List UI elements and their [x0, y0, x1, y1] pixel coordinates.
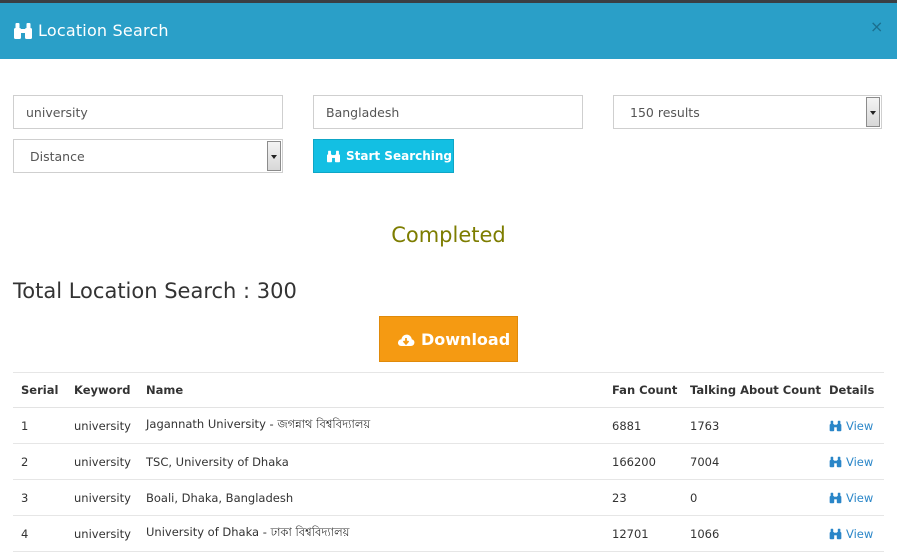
- binoculars-icon: [327, 150, 340, 163]
- cell-fan-count: 166200: [604, 443, 682, 480]
- download-label: Download: [421, 330, 511, 349]
- cell-talking-about: 7004: [682, 443, 821, 480]
- results-table: Serial Keyword Name Fan Count Talking Ab…: [13, 372, 884, 552]
- table-row: 1 university Jagannath University - জগন্…: [13, 407, 884, 444]
- cell-details: View: [821, 515, 884, 552]
- cell-fan-count: 23: [604, 479, 682, 516]
- cell-keyword: university: [66, 479, 138, 516]
- cell-name: TSC, University of Dhaka: [138, 443, 604, 480]
- modal-title: Location Search: [38, 21, 169, 40]
- close-icon[interactable]: ×: [870, 17, 883, 36]
- cell-fan-count: 12701: [604, 515, 682, 552]
- table-row: 2 university TSC, University of Dhaka 16…: [13, 443, 884, 480]
- view-link[interactable]: View: [829, 527, 873, 541]
- table-row: 4 university University of Dhaka - ঢাকা …: [13, 515, 884, 552]
- view-link[interactable]: View: [829, 455, 873, 469]
- country-input[interactable]: [313, 95, 583, 129]
- modal-header: Location Search ×: [0, 3, 897, 59]
- keyword-input[interactable]: [13, 95, 283, 129]
- results-count-value: 150 results: [630, 105, 700, 120]
- results-count-select[interactable]: 150 results: [613, 95, 882, 129]
- sort-select[interactable]: Distance: [13, 139, 283, 173]
- binoculars-icon: [829, 420, 842, 431]
- cell-serial: 2: [13, 443, 66, 480]
- cell-name: Boali, Dhaka, Bangladesh: [138, 479, 604, 516]
- col-talking-about-header: Talking About Count: [682, 372, 821, 408]
- start-searching-button[interactable]: Start Searching: [313, 139, 454, 173]
- binoculars-icon: [829, 492, 842, 503]
- view-label: View: [846, 526, 874, 541]
- view-label: View: [846, 490, 874, 505]
- cell-serial: 3: [13, 479, 66, 516]
- cell-keyword: university: [66, 515, 138, 552]
- cell-details: View: [821, 443, 884, 480]
- cell-talking-about: 1066: [682, 515, 821, 552]
- cell-fan-count: 6881: [604, 407, 682, 444]
- total-count-heading: Total Location Search : 300: [13, 279, 297, 303]
- cell-keyword: university: [66, 407, 138, 444]
- cell-name: University of Dhaka - ঢাকা বিশ্ববিদ্যালয…: [138, 515, 604, 552]
- download-button[interactable]: Download: [379, 316, 518, 362]
- view-label: View: [846, 454, 874, 469]
- cloud-download-icon: [397, 334, 415, 346]
- sort-value: Distance: [30, 149, 85, 164]
- cell-serial: 1: [13, 407, 66, 444]
- binoculars-icon: [829, 456, 842, 467]
- search-status: Completed: [391, 223, 506, 247]
- cell-serial: 4: [13, 515, 66, 552]
- chevron-down-icon[interactable]: [866, 97, 880, 127]
- chevron-down-icon[interactable]: [267, 141, 281, 171]
- binoculars-icon: [829, 528, 842, 539]
- col-name-header: Name: [138, 372, 604, 408]
- cell-details: View: [821, 479, 884, 516]
- cell-talking-about: 1763: [682, 407, 821, 444]
- start-searching-label: Start Searching: [346, 149, 453, 163]
- binoculars-icon: [14, 23, 32, 39]
- view-label: View: [846, 418, 874, 433]
- cell-talking-about: 0: [682, 479, 821, 516]
- cell-name: Jagannath University - জগন্নাথ বিশ্ববিদ্…: [138, 407, 604, 444]
- table-header-row: Serial Keyword Name Fan Count Talking Ab…: [13, 372, 884, 408]
- col-keyword-header: Keyword: [66, 372, 138, 408]
- view-link[interactable]: View: [829, 491, 873, 505]
- table-row: 3 university Boali, Dhaka, Bangladesh 23…: [13, 479, 884, 516]
- col-serial-header: Serial: [13, 372, 66, 408]
- view-link[interactable]: View: [829, 419, 873, 433]
- cell-details: View: [821, 407, 884, 444]
- cell-keyword: university: [66, 443, 138, 480]
- col-details-header: Details: [821, 372, 884, 408]
- col-fan-count-header: Fan Count: [604, 372, 682, 408]
